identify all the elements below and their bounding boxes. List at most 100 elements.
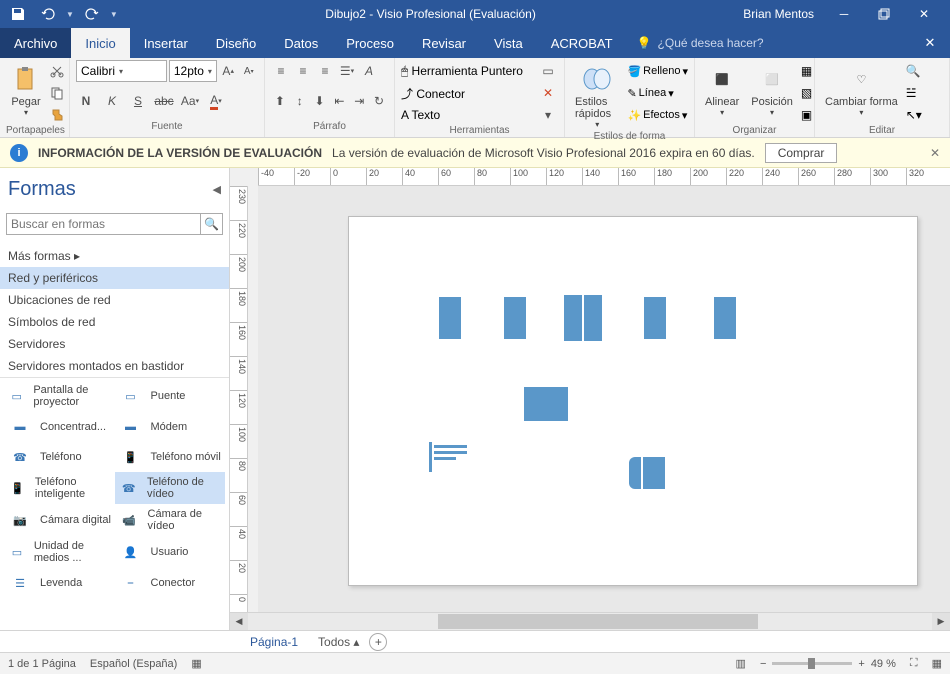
all-pages-button[interactable]: Todos ▴ [318,635,359,649]
font-size-combo[interactable]: 12pto▾ [169,60,217,82]
group-button[interactable]: ▣ [801,105,812,125]
strikethrough-button[interactable]: abc [154,91,174,111]
tab-acrobat[interactable]: ACROBAT [537,28,627,58]
cut-button[interactable] [50,61,64,81]
layers-button[interactable]: ☱ [906,83,922,103]
server-shape[interactable] [504,297,526,339]
page-tab[interactable]: Página-1 [240,633,308,651]
shape-item[interactable]: ▬Módem [115,412,226,442]
shape-item[interactable]: 📷Cámara digital [4,504,115,536]
shape-item[interactable]: ▭Puente [115,380,226,412]
zoom-out-button[interactable]: − [760,658,766,670]
tab-file[interactable]: Archivo [0,28,71,58]
zoom-thumb[interactable] [808,658,815,669]
align-left-button[interactable]: ≡ [271,61,291,81]
text-case-button[interactable]: Aa▾ [180,91,200,111]
underline-button[interactable]: S [128,91,148,111]
font-color-button[interactable]: A▾ [206,91,226,111]
buy-button[interactable]: Comprar [765,143,838,163]
category-simbolos[interactable]: Símbolos de red [0,311,229,333]
zoom-level[interactable]: 49 % [871,658,896,670]
restore-button[interactable] [864,0,904,28]
language-status[interactable]: Español (España) [90,658,177,670]
italic-button[interactable]: K [102,91,122,111]
save-icon[interactable] [6,2,30,26]
macro-icon[interactable]: ▦ [191,657,201,670]
paste-button[interactable]: Pegar ▾ [6,61,46,119]
shape-item[interactable]: ▭Pantalla de proyector [4,380,115,412]
tab-revisar[interactable]: Revisar [408,28,480,58]
increase-indent-button[interactable]: ⇥ [350,91,368,111]
tab-proceso[interactable]: Proceso [332,28,408,58]
rotate-text-button[interactable]: ↻ [370,91,388,111]
bullets-button[interactable]: ☰▾ [337,61,357,81]
collapse-ribbon-button[interactable]: ✕ [910,28,950,58]
shape-item[interactable]: ☎Teléfono [4,442,115,472]
undo-icon[interactable] [36,2,60,26]
document-shape[interactable] [429,442,469,472]
user-name[interactable]: Brian Mentos [743,7,814,21]
text-direction-button[interactable]: A [359,61,379,81]
shape-item[interactable]: 📱Teléfono móvil [115,442,226,472]
redo-icon[interactable] [80,2,104,26]
align-right-button[interactable]: ≡ [315,61,335,81]
category-servidores-bastidor[interactable]: Servidores montados en bastidor [0,355,229,377]
horizontal-scrollbar[interactable]: ◀ ▶ [230,612,950,630]
close-notice-button[interactable]: ✕ [930,146,940,160]
scroll-track[interactable] [248,613,932,630]
copy-button[interactable] [50,83,64,103]
server-shape[interactable] [439,297,461,339]
bring-front-button[interactable]: ▦ [801,61,812,81]
category-servidores[interactable]: Servidores [0,333,229,355]
align-bottom-button[interactable]: ⬇ [311,91,329,111]
category-red-perifericos[interactable]: Red y periféricos [0,267,229,289]
shape-item-selected[interactable]: ☎Teléfono de vídeo [115,472,226,504]
collapse-shapes-button[interactable]: ◀ [213,183,221,196]
minimize-button[interactable]: ─ [824,0,864,28]
router-shape[interactable] [524,387,568,421]
add-page-button[interactable]: + [369,633,387,651]
more-shapes-button[interactable]: Más formas ▸ [0,245,229,267]
scroll-left-button[interactable]: ◀ [230,613,248,630]
select-rect-button[interactable]: ▭ [538,61,558,81]
font-family-combo[interactable]: Calibri▾ [76,60,167,82]
tab-insertar[interactable]: Insertar [130,28,202,58]
align-top-button[interactable]: ⬆ [271,91,289,111]
tell-me-search[interactable]: 💡 ¿Qué desea hacer? [627,28,910,58]
send-back-button[interactable]: ▧ [801,83,812,103]
text-tool-button[interactable]: A Texto [401,108,440,122]
decrease-indent-button[interactable]: ⇤ [330,91,348,111]
bold-button[interactable]: N [76,91,96,111]
pointer-tool-button[interactable]: 🖱 Herramienta Puntero [401,64,523,79]
shape-item[interactable]: ☰Levenda [4,568,115,598]
scroll-thumb[interactable] [438,614,758,629]
server-shape[interactable] [714,297,736,339]
server-shape[interactable] [644,297,666,339]
server-shape[interactable] [564,295,582,341]
tab-diseno[interactable]: Diseño [202,28,270,58]
scroll-right-button[interactable]: ▶ [932,613,950,630]
category-ubicaciones[interactable]: Ubicaciones de red [0,289,229,311]
shape-item[interactable]: ▭Unidad de medios ... [4,536,115,568]
align-center-button[interactable]: ≡ [293,61,313,81]
presentation-mode-button[interactable]: ▥ [736,657,746,670]
line-button[interactable]: ✎ Línea ▾ [627,83,688,103]
shape-item[interactable]: 👤Usuario [115,536,226,568]
format-painter-button[interactable] [50,105,64,125]
position-button[interactable]: ⬜Posición▾ [747,61,797,119]
shape-item[interactable]: ▬Concentrad... [4,412,115,442]
more-tools-button[interactable]: ▾ [538,105,558,125]
fit-window-button[interactable]: ⛶ [910,657,918,670]
change-shape-button[interactable]: ♡Cambiar forma▾ [821,61,902,119]
shape-item[interactable]: ⎯Conector [115,568,226,598]
tab-inicio[interactable]: Inicio [71,28,129,58]
quick-styles-button[interactable]: Estilos rápidos▾ [571,61,623,131]
shrink-font-button[interactable]: A▾ [239,61,258,81]
shapes-search-input[interactable] [6,213,201,235]
delete-button[interactable]: ✕ [538,83,558,103]
find-button[interactable]: 🔍 [906,61,922,81]
server-shape[interactable] [584,295,602,341]
grow-font-button[interactable]: A▴ [219,61,238,81]
fill-button[interactable]: 🪣 Relleno ▾ [627,61,688,81]
align-button[interactable]: ⬛Alinear▾ [701,61,743,119]
